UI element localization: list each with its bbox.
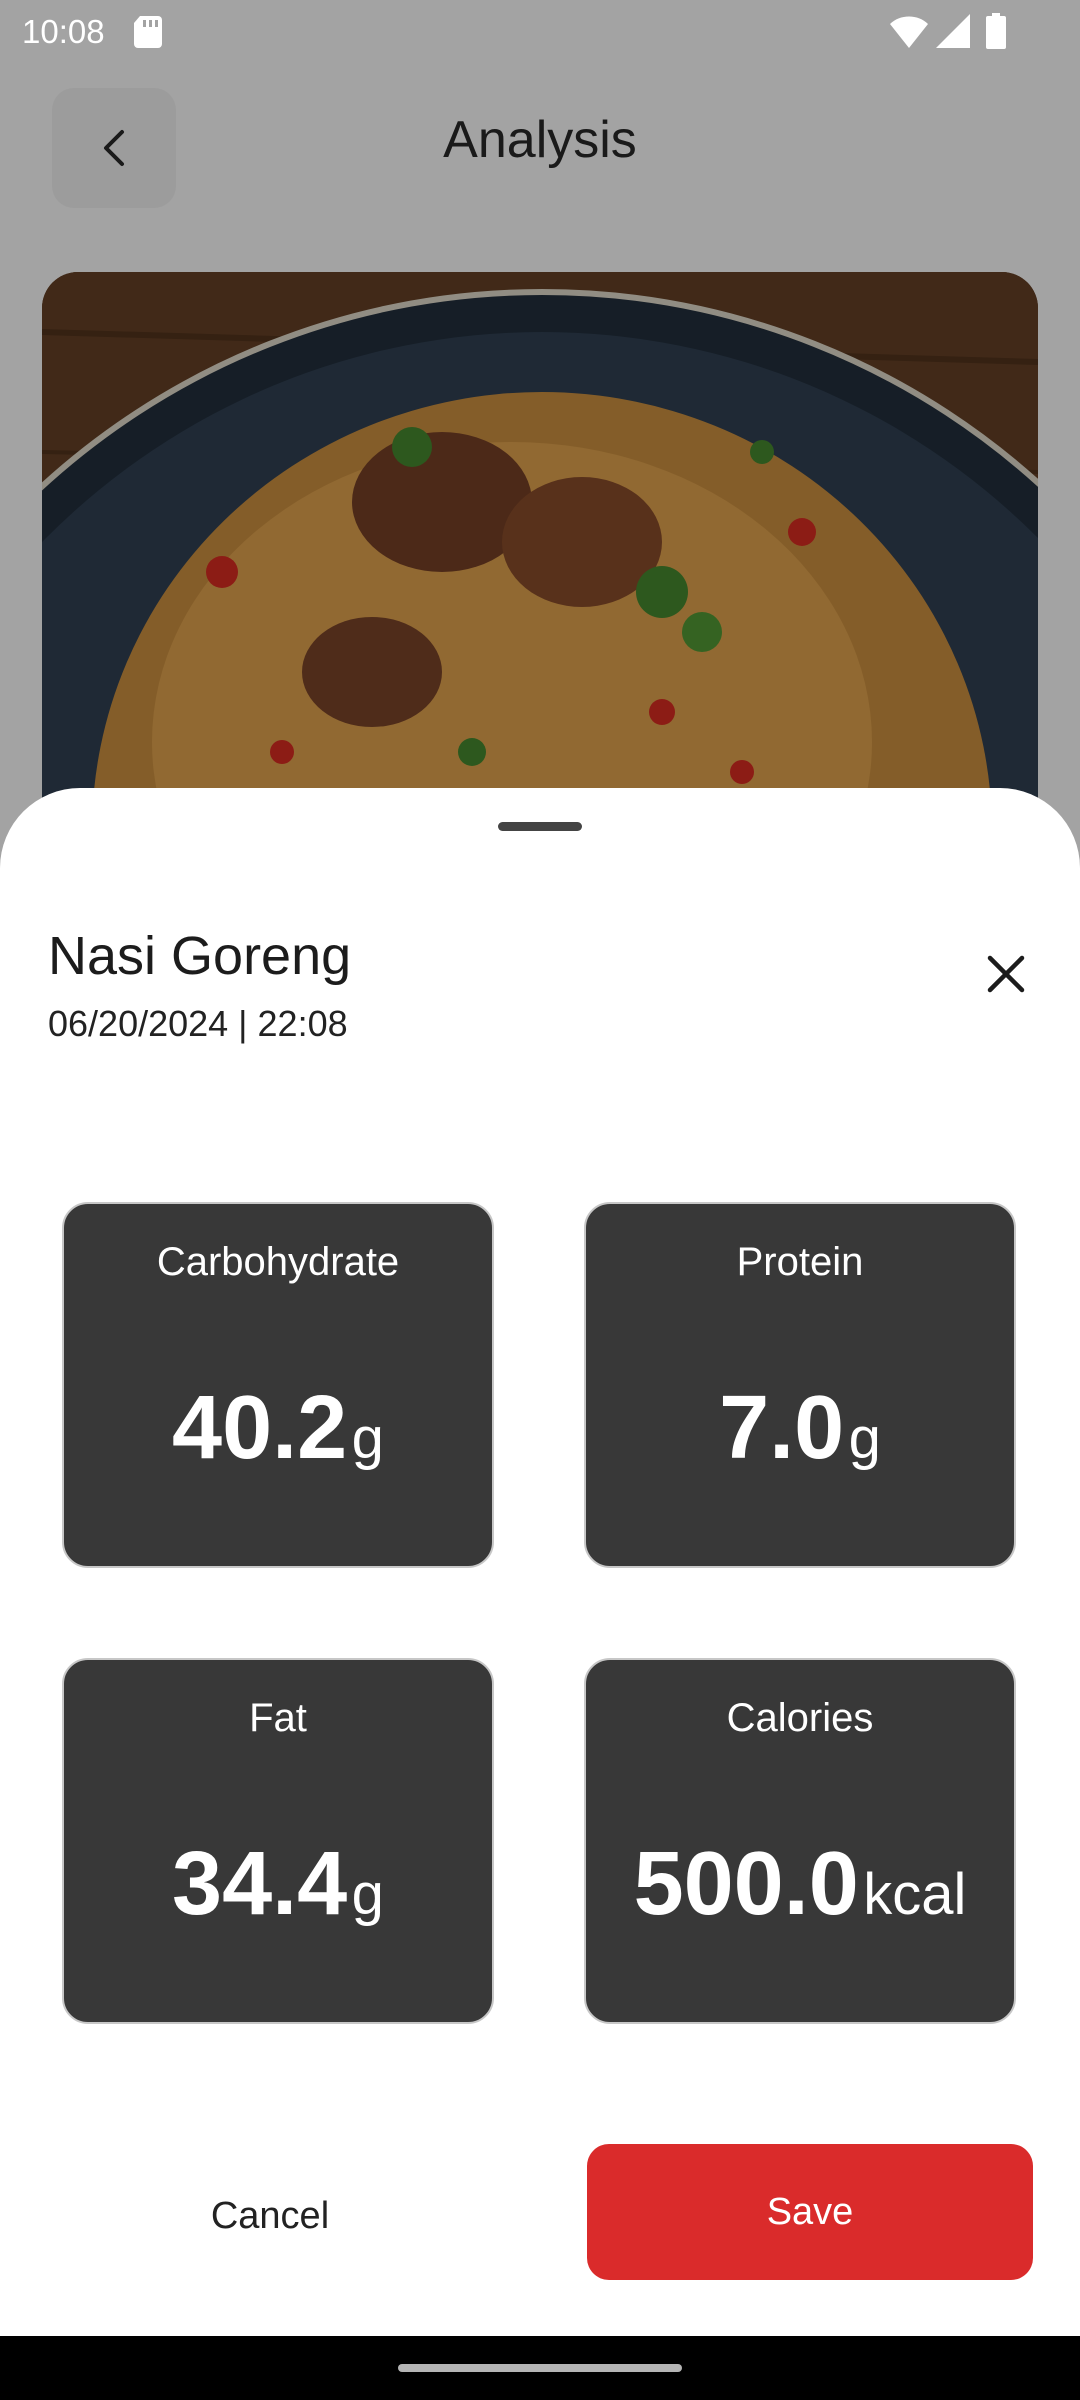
nutrient-card-protein: Protein 7.0 g — [584, 1202, 1016, 1568]
bottom-sheet: Nasi Goreng 06/20/2024 | 22:08 Carbohydr… — [0, 788, 1080, 2336]
food-photo — [42, 272, 1038, 832]
nutrient-value-row: 500.0 kcal — [586, 1834, 1014, 1945]
nutrient-value: 34.4 — [172, 1834, 348, 1934]
food-name: Nasi Goreng — [48, 926, 352, 986]
cancel-button[interactable]: Cancel — [50, 2148, 490, 2284]
nutrient-card-calories: Calories 500.0 kcal — [584, 1658, 1016, 2024]
page-title: Analysis — [443, 111, 637, 169]
status-bar: 10:08 — [0, 0, 1080, 64]
sd-card-icon — [134, 16, 162, 48]
close-button[interactable] — [970, 938, 1042, 1010]
nutrient-unit: g — [351, 1862, 384, 1927]
battery-icon — [986, 13, 1006, 49]
navigation-bar — [0, 2336, 1080, 2400]
nutrient-value-row: 40.2 g — [64, 1378, 492, 1489]
close-icon — [987, 955, 1025, 993]
nutrient-unit: g — [848, 1406, 881, 1471]
nutrient-value: 500.0 — [633, 1834, 859, 1934]
nutrient-label: Protein — [736, 1240, 864, 1284]
wifi-icon — [890, 16, 928, 48]
status-time: 10:08 — [22, 13, 105, 50]
nutrient-label: Calories — [726, 1696, 874, 1740]
home-indicator[interactable] — [398, 2364, 682, 2372]
nutrient-card-fat: Fat 34.4 g — [62, 1658, 494, 2024]
nutrient-value-row: 7.0 g — [586, 1378, 1014, 1489]
nutrient-unit: kcal — [863, 1862, 967, 1927]
save-button[interactable]: Save — [587, 2144, 1033, 2280]
nutrient-card-carbohydrate: Carbohydrate 40.2 g — [62, 1202, 494, 1568]
drag-handle[interactable] — [498, 822, 582, 831]
nutrient-value: 7.0 — [719, 1378, 845, 1478]
nutrient-label: Fat — [249, 1696, 307, 1740]
food-datetime: 06/20/2024 | 22:08 — [48, 1003, 348, 1044]
nutrient-unit: g — [351, 1406, 384, 1471]
nutrient-value: 40.2 — [172, 1378, 348, 1478]
signal-icon — [936, 14, 970, 48]
nutrient-label: Carbohydrate — [156, 1240, 400, 1284]
nutrient-value-row: 34.4 g — [64, 1834, 492, 1945]
